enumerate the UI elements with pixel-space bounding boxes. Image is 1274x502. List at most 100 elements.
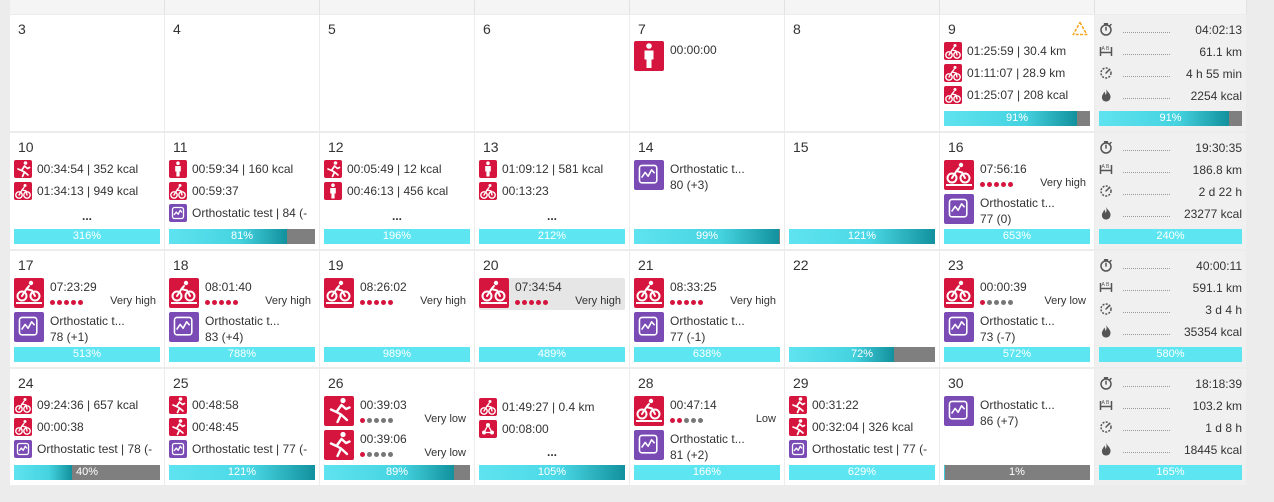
test-entry[interactable]: Orthostatic test | 78 (- (14, 440, 152, 458)
day-cell[interactable]: 23 00:00:39 Very low Orthostatic t... 73 (-7… (940, 251, 1094, 367)
day-progress-bar: 99% (634, 229, 780, 244)
test-entry[interactable]: Orthostatic test | 77 (- (169, 440, 307, 458)
activity-entry[interactable]: 09:24:36 | 657 kcal (14, 396, 138, 414)
progress-label: 212% (537, 230, 567, 242)
test-entry[interactable]: Orthostatic t... 77 (0) (944, 194, 1090, 226)
test-entry[interactable]: Orthostatic t... 77 (-1) (634, 312, 780, 344)
activity-summary: 01:34:13 | 949 kcal (37, 184, 139, 198)
activity-entry[interactable]: 00:08:00 (479, 420, 549, 438)
more-activities-indicator[interactable]: ... (475, 446, 629, 458)
intensity-dots (360, 297, 395, 307)
day-cell[interactable]: 14 Orthostatic t... 80 (+3) 99% (630, 133, 784, 249)
day-cell[interactable]: 25 00:48:58 00:48:45 Orthostatic test | 77 … (165, 369, 319, 485)
distance-icon: A B (1099, 282, 1113, 292)
activity-duration: 07:56:16 (980, 162, 1027, 176)
more-activities-indicator[interactable]: ... (10, 210, 164, 222)
activity-entry[interactable]: 00:48:58 (169, 396, 239, 414)
day-cell[interactable]: 3 (10, 15, 164, 131)
activity-entry[interactable]: 00:48:45 (169, 418, 239, 436)
activity-entry[interactable]: 00:39:03 Very low (324, 396, 470, 428)
summary-recovery: 4 h 55 min (1099, 65, 1242, 83)
day-cell[interactable]: 7 00:00:00 (630, 15, 784, 131)
orthostatic-test-icon (169, 312, 199, 342)
test-entry[interactable]: Orthostatic t... 81 (+2) (634, 430, 780, 462)
activity-entry[interactable]: 00:13:23 (479, 182, 549, 200)
day-cell[interactable]: 22 72% (785, 251, 939, 367)
activity-entry[interactable]: 00:47:14 Low (634, 396, 780, 428)
more-activities-indicator[interactable]: ... (475, 210, 629, 222)
day-cell[interactable]: 28 00:47:14 Low Orthostatic t... 81 (+2) 166% (630, 369, 784, 485)
activity-entry[interactable]: 00:32:04 | 326 kcal (789, 418, 913, 436)
day-cell[interactable]: 20 07:34:54 Very high 489% (475, 251, 629, 367)
activity-entry[interactable]: 00:34:54 | 352 kcal (14, 160, 138, 178)
activity-entry[interactable]: 00:31:22 (789, 396, 859, 414)
day-cell[interactable]: 21 08:33:25 Very high Orthostatic t... 77 (-… (630, 251, 784, 367)
distance-icon: A B (1099, 400, 1113, 410)
day-cell[interactable]: 17 07:23:29 Very high Orthostatic t... 78 (+… (10, 251, 164, 367)
day-cell[interactable]: 18 08:01:40 Very high Orthostatic t... 83 (+… (165, 251, 319, 367)
activity-entry[interactable]: 01:34:13 | 949 kcal (14, 182, 138, 200)
activity-entry[interactable]: 00:59:37 (169, 182, 239, 200)
day-cell[interactable]: 11 00:59:34 | 160 kcal 00:59:37 Orthostatic… (165, 133, 319, 249)
day-cell[interactable]: 9 01:25:59 | 30.4 km 01:11:07 | 28.9 km 01:… (940, 15, 1094, 131)
dotted-leader (1123, 290, 1170, 291)
warning-icon[interactable] (1072, 21, 1088, 36)
test-entry[interactable]: Orthostatic t... 78 (+1) (14, 312, 160, 344)
day-cell[interactable]: 12 00:05:49 | 12 kcal 00:46:13 | 456 kcal.… (320, 133, 474, 249)
test-entry[interactable]: Orthostatic t... 73 (-7) (944, 312, 1090, 344)
activity-entry[interactable]: 01:25:59 | 30.4 km (944, 42, 1066, 60)
activity-entry[interactable]: 00:00:38 (14, 418, 84, 436)
intensity-label: Very high (265, 295, 311, 307)
day-cell[interactable]: 15 121% (785, 133, 939, 249)
intensity-label: Low (755, 413, 776, 425)
orthostatic-test-icon (789, 440, 807, 458)
activity-entry[interactable]: 07:34:54 Very high (479, 278, 625, 310)
activity-entry[interactable]: 08:33:25 Very high (634, 278, 780, 310)
activity-entry[interactable]: 01:11:07 | 28.9 km (944, 64, 1065, 82)
day-cell[interactable]: 4 (165, 15, 319, 131)
intensity-dots (670, 415, 705, 425)
more-activities-indicator[interactable]: ... (320, 210, 474, 222)
activity-entry[interactable]: 01:25:07 | 208 kcal (944, 86, 1068, 104)
indoor-cycling-icon (169, 278, 199, 308)
day-cell[interactable]: 29 00:31:22 00:32:04 | 326 kcal Orthostatic… (785, 369, 939, 485)
test-name: Orthostatic t... (205, 314, 280, 328)
day-cell[interactable]: 8 (785, 15, 939, 131)
day-cell[interactable]: 16 07:56:16 Very high Orthostatic t... 77 (0… (940, 133, 1094, 249)
test-entry[interactable]: Orthostatic t... 86 (+7) (944, 396, 1090, 428)
activity-entry[interactable]: 00:00:39 Very low (944, 278, 1090, 310)
activity-entry[interactable]: 00:46:13 | 456 kcal (324, 182, 448, 200)
day-cell[interactable]: 30 Orthostatic t... 86 (+7) 1% (940, 369, 1094, 485)
day-cell[interactable]: 26 00:39:03 Very low 00:39:06 Very low 89% (320, 369, 474, 485)
activity-summary: Orthostatic test | 84 (- (192, 206, 308, 220)
activity-entry[interactable]: 01:09:12 | 581 kcal (479, 160, 603, 178)
activity-entry[interactable]: 08:26:02 Very high (324, 278, 470, 310)
intensity-dot (980, 300, 985, 306)
day-cell[interactable]: 01:49:27 | 0.4 km 00:08:00... 105% (475, 369, 629, 485)
activity-entry[interactable]: 07:23:29 Very high (14, 278, 160, 310)
activity-entry[interactable]: 00:05:49 | 12 kcal (324, 160, 442, 178)
test-entry[interactable]: Orthostatic test | 84 (- (169, 204, 307, 222)
week-progress-bar: 580% (1099, 347, 1242, 362)
day-cell[interactable]: 13 01:09:12 | 581 kcal 00:13:23... 212% (475, 133, 629, 249)
recovery-gauge-icon (1100, 303, 1112, 315)
activity-entry[interactable]: 00:59:34 | 160 kcal (169, 160, 293, 178)
test-entry[interactable]: Orthostatic t... 80 (+3) (634, 160, 780, 192)
activity-entry[interactable]: 01:49:27 | 0.4 km (479, 398, 595, 416)
activity-entry[interactable]: 00:39:06 Very low (324, 430, 470, 462)
day-cell[interactable]: 24 09:24:36 | 657 kcal 00:00:38 Orthostatic… (10, 369, 164, 485)
summary-distance: A B 591.1 km (1099, 279, 1242, 297)
day-cell[interactable]: 19 08:26:02 Very high 989% (320, 251, 474, 367)
day-progress-bar: 212% (479, 229, 625, 244)
activity-entry[interactable]: 00:00:00 (634, 41, 780, 73)
test-entry[interactable]: Orthostatic t... 83 (+4) (169, 312, 315, 344)
test-entry[interactable]: Orthostatic test | 77 (- (789, 440, 927, 458)
activity-entry[interactable]: 07:56:16 Very high (944, 160, 1090, 192)
day-cell[interactable]: 10 00:34:54 | 352 kcal 01:34:13 | 949 kcal… (10, 133, 164, 249)
activity-summary: Orthostatic test | 77 (- (192, 442, 308, 456)
day-cell[interactable]: 6 (475, 15, 629, 131)
activity-entry[interactable]: 08:01:40 Very high (169, 278, 315, 310)
day-cell[interactable]: 5 (320, 15, 474, 131)
flame-icon (1101, 207, 1111, 220)
standing-person-icon (479, 160, 497, 178)
